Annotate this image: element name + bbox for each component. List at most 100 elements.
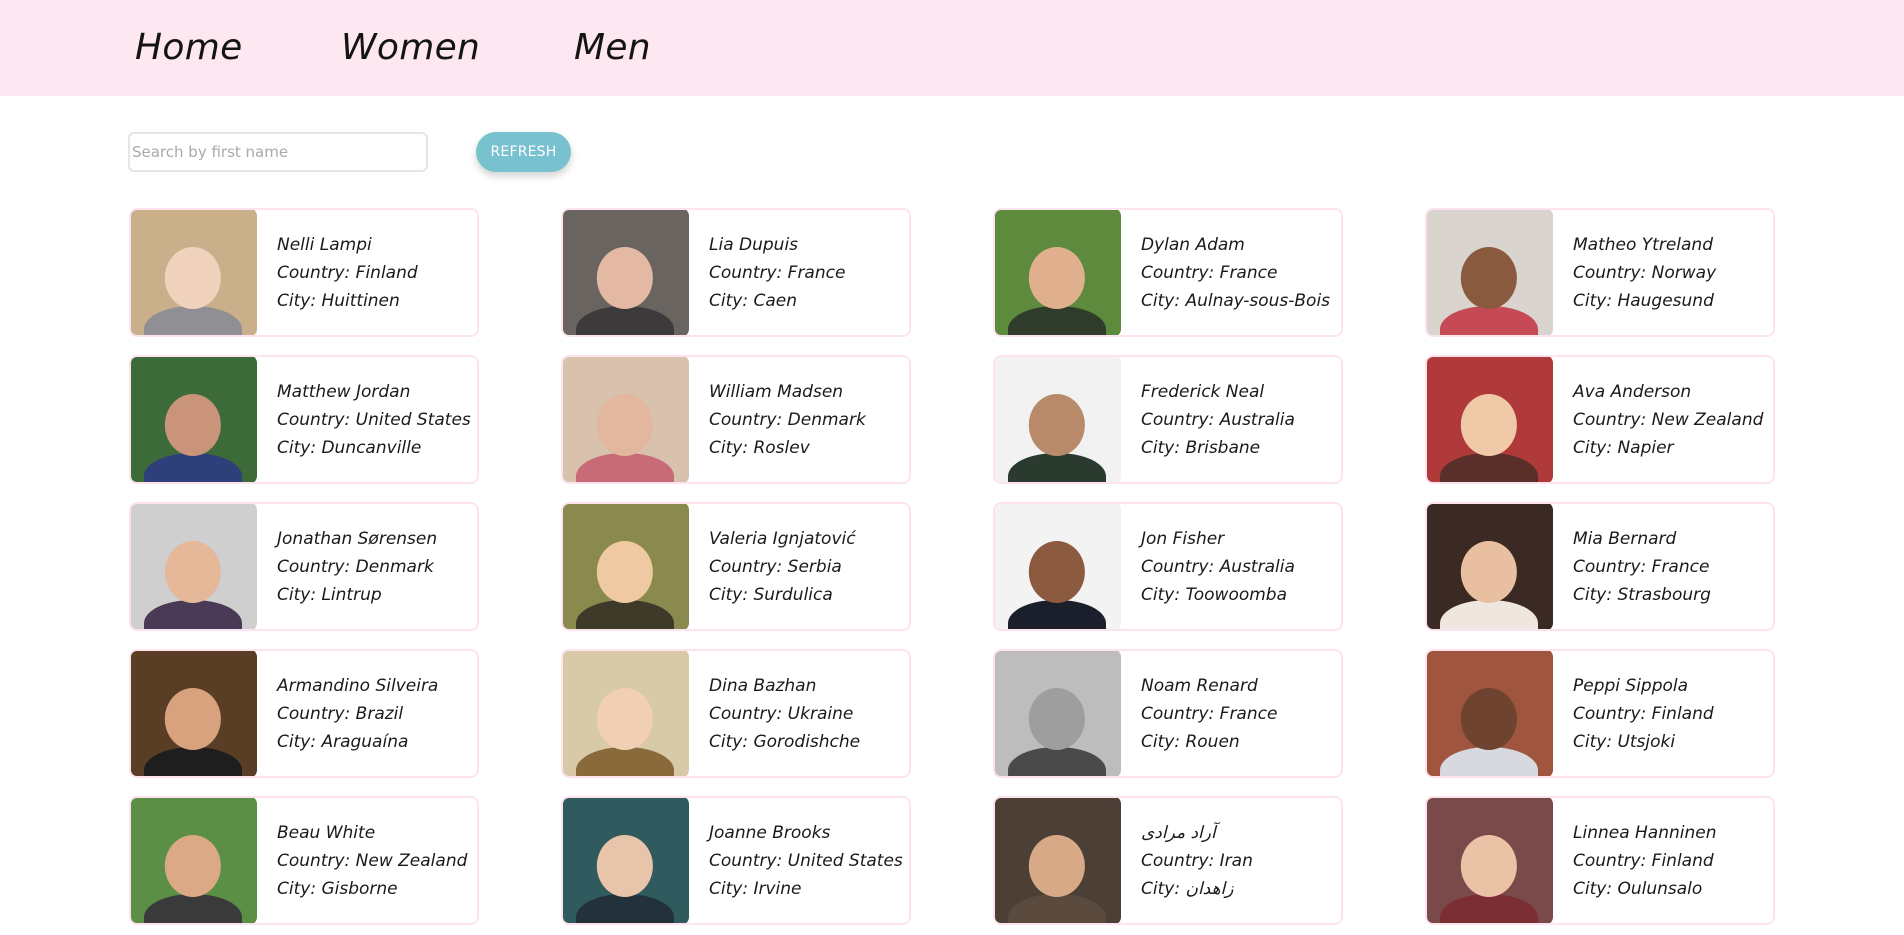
nav-men-link[interactable]: Men bbox=[574, 26, 651, 69]
user-photo bbox=[131, 651, 257, 776]
user-card: Noam Renard Country: France City: Rouen bbox=[993, 649, 1343, 778]
nav-home-link[interactable]: Home bbox=[135, 26, 243, 69]
user-photo bbox=[563, 798, 689, 923]
user-photo bbox=[1427, 651, 1553, 776]
user-card: Peppi Sippola Country: Finland City: Utsjo… bbox=[1425, 649, 1775, 778]
shoulders-shape bbox=[144, 453, 242, 482]
user-city: City: Strasbourg bbox=[1573, 584, 1711, 605]
user-city: City: Huittinen bbox=[277, 290, 400, 311]
user-country: Country: Norway bbox=[1573, 262, 1717, 283]
search-first-name-input[interactable] bbox=[128, 132, 428, 172]
user-city: City: Aulnay-sous-Bois bbox=[1141, 290, 1331, 311]
user-photo bbox=[131, 798, 257, 923]
user-name: William Madsen bbox=[709, 381, 844, 402]
user-photo bbox=[995, 651, 1121, 776]
user-name: Mia Bernard bbox=[1573, 528, 1677, 549]
user-card: Matthew Jordan Country: United States City… bbox=[129, 355, 479, 484]
user-card: Matheo Ytreland Country: Norway City: Haug… bbox=[1425, 208, 1775, 337]
shoulders-shape bbox=[576, 894, 674, 923]
user-country: Country: United States bbox=[709, 850, 903, 871]
face-shape bbox=[596, 540, 654, 603]
user-name: Beau White bbox=[277, 822, 376, 843]
shoulders-shape bbox=[576, 306, 674, 335]
face-shape bbox=[164, 246, 222, 309]
user-city: City: Gorodishche bbox=[709, 731, 861, 752]
shoulders-shape bbox=[144, 894, 242, 923]
user-photo bbox=[995, 357, 1121, 482]
user-card: Mia Bernard Country: France City: Strasbou… bbox=[1425, 502, 1775, 631]
user-city: City: Haugesund bbox=[1573, 290, 1714, 311]
face-shape bbox=[596, 687, 654, 750]
user-city: City: Surdulica bbox=[709, 584, 833, 605]
user-name: Jon Fisher bbox=[1141, 528, 1225, 549]
face-shape bbox=[596, 393, 654, 456]
user-photo bbox=[1427, 357, 1553, 482]
user-city: City: Roslev bbox=[709, 437, 810, 458]
user-info: Joanne Brooks Country: United States City:… bbox=[689, 819, 903, 903]
user-card: Nelli Lampi Country: Finland City: Huittin… bbox=[129, 208, 479, 337]
user-card: Dylan Adam Country: France City: Aulnay-so… bbox=[993, 208, 1343, 337]
user-country: Country: Denmark bbox=[277, 556, 434, 577]
top-navigation-bar: Home Women Men bbox=[0, 0, 1904, 96]
user-name: Nelli Lampi bbox=[277, 234, 372, 255]
face-shape bbox=[1460, 393, 1518, 456]
user-info: Ava Anderson Country: New Zealand City: Na… bbox=[1553, 378, 1763, 462]
face-shape bbox=[1460, 834, 1518, 897]
user-card: Ava Anderson Country: New Zealand City: Na… bbox=[1425, 355, 1775, 484]
face-shape bbox=[1028, 246, 1086, 309]
user-photo bbox=[995, 210, 1121, 335]
user-info: William Madsen Country: Denmark City: Rosl… bbox=[689, 378, 866, 462]
face-shape bbox=[164, 540, 222, 603]
user-city: City: Rouen bbox=[1141, 731, 1240, 752]
user-city: City: Gisborne bbox=[277, 878, 398, 899]
user-city: City: Irvine bbox=[709, 878, 802, 899]
shoulders-shape bbox=[1440, 453, 1538, 482]
user-city: City: Oulunsalo bbox=[1573, 878, 1703, 899]
face-shape bbox=[1028, 540, 1086, 603]
user-info: Frederick Neal Country: Australia City: Br… bbox=[1121, 378, 1295, 462]
shoulders-shape bbox=[1008, 600, 1106, 629]
user-card: Armandino Silveira Country: Brazil City: A… bbox=[129, 649, 479, 778]
user-name: Jonathan Sørensen bbox=[277, 528, 438, 549]
user-country: Country: Australia bbox=[1141, 556, 1295, 577]
face-shape bbox=[1460, 540, 1518, 603]
user-city: City: Utsjoki bbox=[1573, 731, 1676, 752]
user-name: Frederick Neal bbox=[1141, 381, 1265, 402]
nav-women-link[interactable]: Women bbox=[341, 26, 480, 69]
user-info: Dina Bazhan Country: Ukraine City: Gorodis… bbox=[689, 672, 860, 756]
user-country: Country: France bbox=[1573, 556, 1710, 577]
shoulders-shape bbox=[1008, 453, 1106, 482]
user-info: Dylan Adam Country: France City: Aulnay-so… bbox=[1121, 231, 1330, 315]
shoulders-shape bbox=[1440, 306, 1538, 335]
face-shape bbox=[164, 834, 222, 897]
user-name: آراد مرادی bbox=[1141, 822, 1216, 843]
user-name: Armandino Silveira bbox=[277, 675, 439, 696]
user-photo bbox=[563, 357, 689, 482]
user-card: William Madsen Country: Denmark City: Rosl… bbox=[561, 355, 911, 484]
user-country: Country: Ukraine bbox=[709, 703, 854, 724]
user-city: City: Duncanville bbox=[277, 437, 422, 458]
user-country: Country: New Zealand bbox=[1573, 409, 1764, 430]
user-country: Country: United States bbox=[277, 409, 471, 430]
user-photo bbox=[995, 504, 1121, 629]
user-photo bbox=[995, 798, 1121, 923]
user-city: City: Napier bbox=[1573, 437, 1674, 458]
user-info: Mia Bernard Country: France City: Strasbou… bbox=[1553, 525, 1711, 609]
user-country: Country: Iran bbox=[1141, 850, 1253, 871]
user-card: آراد مرادی Country: Iran City: زاهدان bbox=[993, 796, 1343, 925]
face-shape bbox=[1460, 246, 1518, 309]
user-name: Dylan Adam bbox=[1141, 234, 1245, 255]
user-name: Valeria Ignjatović bbox=[709, 528, 856, 549]
face-shape bbox=[1028, 393, 1086, 456]
shoulders-shape bbox=[1440, 600, 1538, 629]
user-card: Dina Bazhan Country: Ukraine City: Gorodis… bbox=[561, 649, 911, 778]
user-city: City: Brisbane bbox=[1141, 437, 1261, 458]
user-card: Jonathan Sørensen Country: Denmark City: L… bbox=[129, 502, 479, 631]
refresh-button[interactable]: REFRESH bbox=[476, 132, 571, 172]
user-name: Matheo Ytreland bbox=[1573, 234, 1713, 255]
user-name: Noam Renard bbox=[1141, 675, 1258, 696]
user-info: Beau White Country: New Zealand City: Gisb… bbox=[257, 819, 467, 903]
user-card: Beau White Country: New Zealand City: Gisb… bbox=[129, 796, 479, 925]
user-country: Country: Finland bbox=[1573, 850, 1714, 871]
user-country: Country: Denmark bbox=[709, 409, 866, 430]
